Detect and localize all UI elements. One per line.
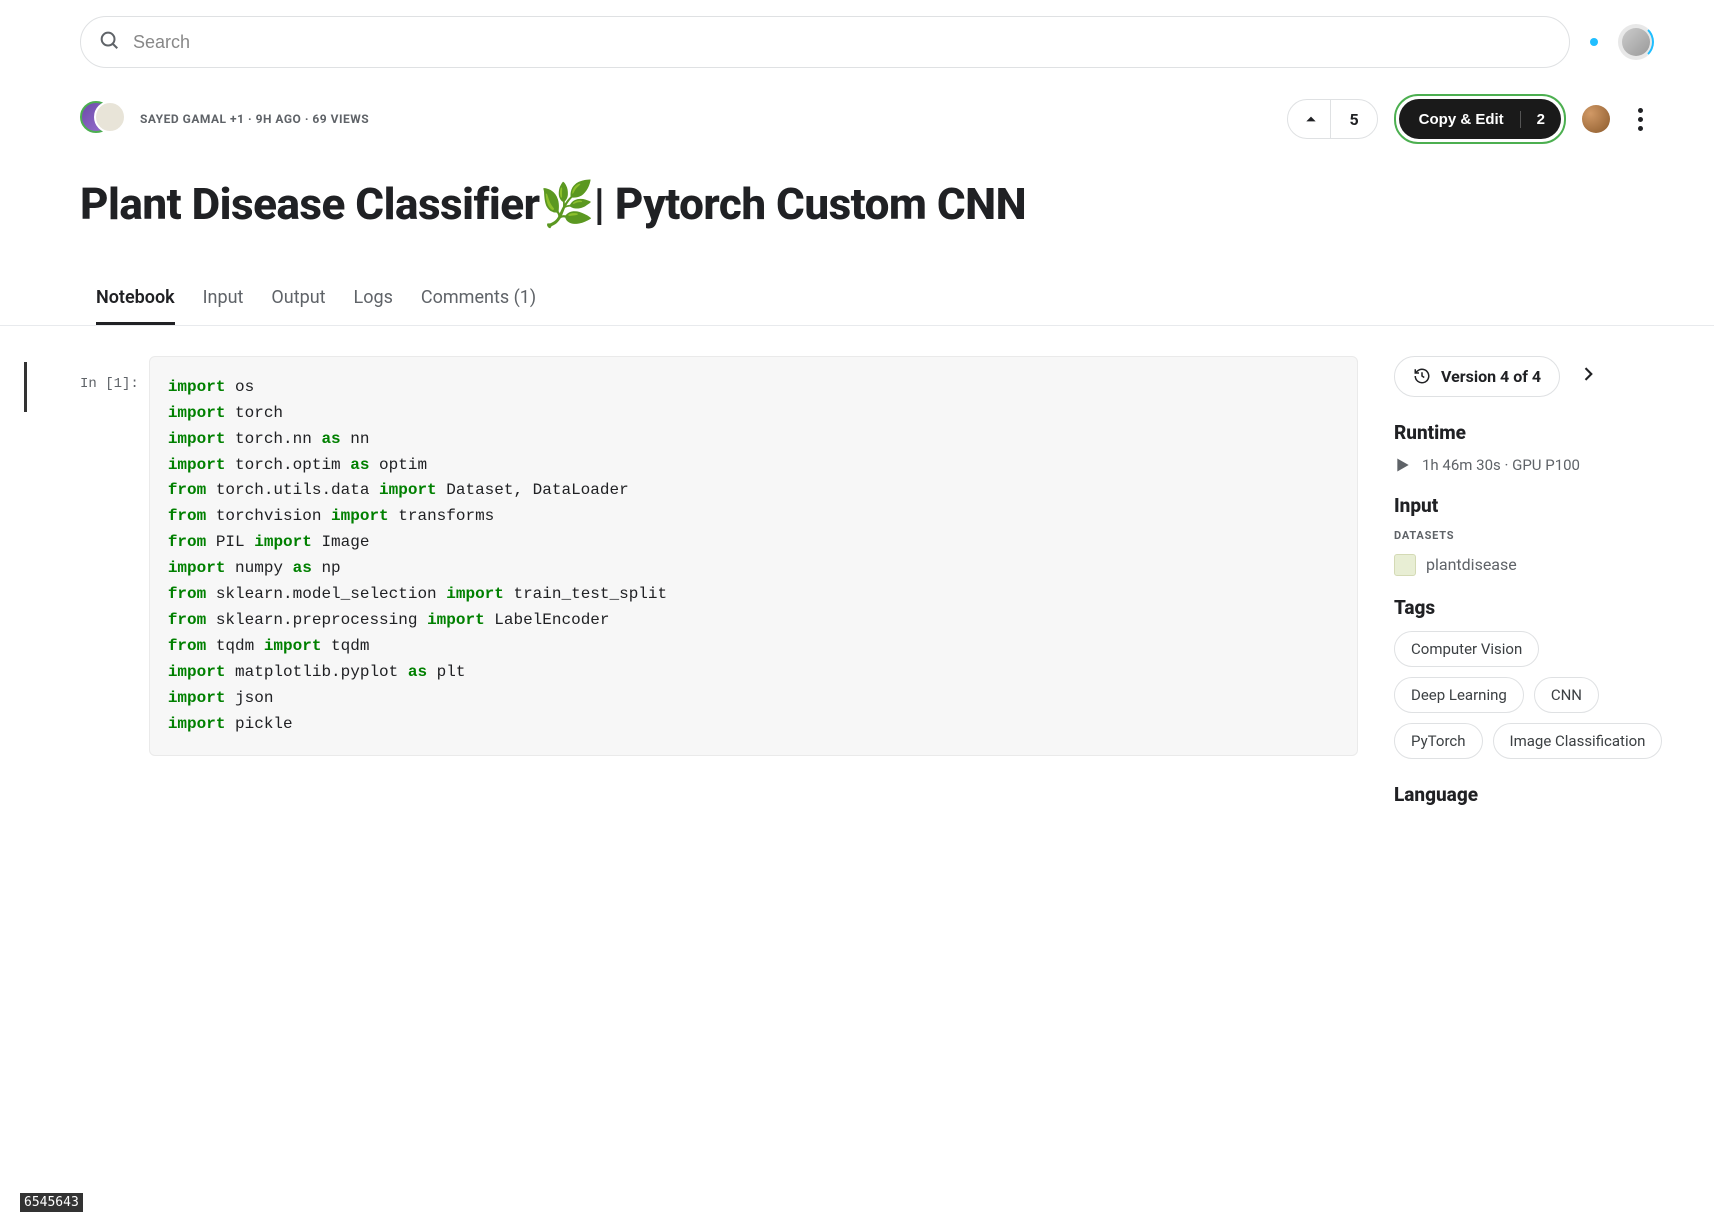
runtime-info: 1h 46m 30s · GPU P100	[1394, 456, 1674, 474]
author-avatars[interactable]	[80, 101, 124, 137]
code-cell[interactable]: import osimport torchimport torch.nn as …	[149, 356, 1358, 757]
history-icon	[1413, 367, 1431, 385]
code-line: from tqdm import tqdm	[168, 634, 1339, 660]
copy-edit-button[interactable]: Copy & Edit 2	[1399, 99, 1561, 139]
tag-pill[interactable]: Image Classification	[1493, 723, 1663, 759]
upvote-box: 5	[1287, 99, 1377, 139]
code-line: import torch.optim as optim	[168, 453, 1339, 479]
tags-heading: Tags	[1394, 596, 1674, 619]
dataset-thumb-icon	[1394, 554, 1416, 576]
view-count: 69 VIEWS	[312, 112, 369, 126]
tab-comments[interactable]: Comments (1)	[421, 277, 536, 325]
caret-up-icon	[1304, 112, 1318, 126]
user-avatar[interactable]	[1618, 24, 1654, 60]
code-line: import pickle	[168, 712, 1339, 738]
tab-input[interactable]: Input	[203, 277, 244, 325]
tabs: Notebook Input Output Logs Comments (1)	[0, 241, 1714, 326]
more-menu-button[interactable]	[1626, 108, 1654, 131]
code-line: import os	[168, 375, 1339, 401]
notebook-meta: SAYED GAMAL +1 · 9H AGO · 69 VIEWS	[140, 112, 369, 126]
dot-icon	[1638, 117, 1643, 122]
code-line: from torchvision import transforms	[168, 504, 1339, 530]
dot-icon	[1638, 108, 1643, 113]
tag-pill[interactable]: Deep Learning	[1394, 677, 1524, 713]
time-ago: 9H AGO	[256, 112, 302, 126]
code-line: from sklearn.model_selection import trai…	[168, 582, 1339, 608]
tag-pill[interactable]: PyTorch	[1394, 723, 1483, 759]
medal-bronze-icon[interactable]	[1582, 105, 1610, 133]
code-line: import json	[168, 686, 1339, 712]
search-wrapper	[80, 16, 1570, 68]
language-heading: Language	[1394, 783, 1674, 806]
copy-edit-highlight: Copy & Edit 2	[1394, 94, 1566, 144]
code-line: from PIL import Image	[168, 530, 1339, 556]
author-avatar-icon	[94, 101, 126, 133]
search-icon	[98, 29, 120, 55]
code-line: from torch.utils.data import Dataset, Da…	[168, 478, 1339, 504]
play-icon	[1394, 457, 1410, 473]
chevron-right-button[interactable]	[1578, 364, 1598, 388]
code-line: import numpy as np	[168, 556, 1339, 582]
code-line: import matplotlib.pyplot as plt	[168, 660, 1339, 686]
version-label: Version 4 of 4	[1441, 367, 1541, 386]
dataset-item[interactable]: plantdisease	[1394, 554, 1674, 576]
tag-pill[interactable]: Computer Vision	[1394, 631, 1539, 667]
code-line: import torch	[168, 401, 1339, 427]
datasets-label: DATASETS	[1394, 529, 1674, 542]
runtime-text: 1h 46m 30s · GPU P100	[1422, 456, 1580, 474]
tab-logs[interactable]: Logs	[354, 277, 393, 325]
notification-dot-icon[interactable]	[1590, 38, 1598, 46]
page-title: Plant Disease Classifier🌿| Pytorch Custo…	[80, 178, 1654, 231]
author-name[interactable]: SAYED GAMAL +1	[140, 112, 244, 126]
cell-prompt: In [1]:	[80, 356, 139, 392]
copy-edit-count: 2	[1521, 111, 1561, 128]
runtime-heading: Runtime	[1394, 421, 1674, 444]
dataset-name: plantdisease	[1426, 555, 1517, 574]
tab-notebook[interactable]: Notebook	[96, 277, 175, 325]
upvote-count: 5	[1331, 110, 1376, 129]
code-line: import torch.nn as nn	[168, 427, 1339, 453]
search-input[interactable]	[80, 16, 1570, 68]
copy-edit-label: Copy & Edit	[1399, 111, 1521, 128]
input-heading: Input	[1394, 494, 1674, 517]
footer-number: 6545643	[20, 1193, 83, 1212]
scroll-indicator[interactable]	[24, 362, 27, 412]
chevron-right-icon	[1578, 364, 1598, 384]
sidebar: Version 4 of 4 Runtime 1h 46m 30s · GPU …	[1394, 356, 1674, 818]
upvote-button[interactable]	[1288, 100, 1331, 138]
tab-output[interactable]: Output	[271, 277, 325, 325]
code-line: from sklearn.preprocessing import LabelE…	[168, 608, 1339, 634]
dot-icon	[1638, 126, 1643, 131]
tag-pill[interactable]: CNN	[1534, 677, 1599, 713]
version-selector[interactable]: Version 4 of 4	[1394, 356, 1560, 397]
tags-wrap: Computer Vision Deep Learning CNN PyTorch Im…	[1394, 631, 1674, 759]
